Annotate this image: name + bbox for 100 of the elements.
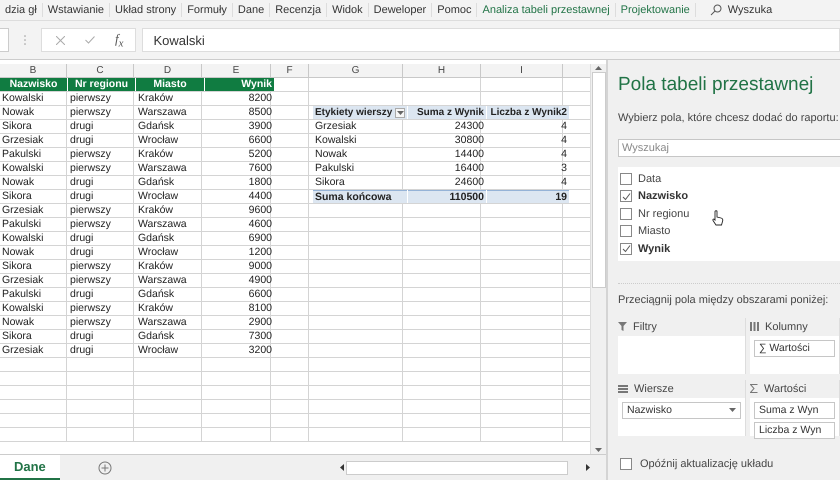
column-letter[interactable]: H [403, 64, 481, 77]
defer-checkbox[interactable] [620, 458, 632, 470]
area-field[interactable]: Liczba z Wyn [754, 422, 835, 438]
pivot-cell-text: 4 [560, 148, 568, 161]
ribbon-tab[interactable]: Pomoc [432, 3, 478, 17]
defer-label[interactable]: Opóźnij aktualizację układu [640, 458, 774, 470]
field-checkbox[interactable] [620, 190, 632, 202]
pivot-header: Etykiety wierszy [315, 106, 392, 119]
ribbon-tab[interactable]: Deweloper [368, 3, 432, 17]
caret-icon [729, 408, 736, 412]
column-letter[interactable]: D [134, 64, 202, 77]
table-cell-text: drugi [69, 232, 94, 245]
table-cell-text: Nowak [1, 106, 36, 119]
pivot-total-cell: 110500 [408, 190, 486, 203]
area-field[interactable]: ∑ Wartości [754, 340, 835, 356]
table-cell-text: 9600 [248, 204, 273, 217]
table-cell-text: Pakulski [1, 148, 42, 161]
field-checkbox[interactable] [620, 208, 632, 220]
table-cell-text: 6600 [248, 134, 273, 147]
vertical-scrollbar[interactable] [590, 64, 606, 454]
table-cell-text: Warszawa [137, 162, 188, 175]
drop-area[interactable]: Nazwisko [618, 398, 745, 436]
drop-area[interactable]: ∑ Wartości [750, 336, 839, 374]
table-cell-text: Grzesiak [1, 134, 44, 147]
pivot-cell-text: 4 [560, 120, 568, 133]
table-cell-text: Warszawa [137, 316, 188, 329]
table-cell-text: Kraków [137, 148, 174, 161]
table-cell-text: Gdańsk [137, 232, 176, 245]
field-label[interactable]: Wynik [638, 242, 670, 255]
pivot-header: Suma z Wynik [408, 106, 486, 119]
column-letter[interactable]: E [202, 64, 271, 77]
search-icon [710, 4, 722, 16]
rows-icon [618, 384, 628, 392]
formula-field[interactable]: Kowalski [142, 28, 840, 52]
column-header: Wynik [205, 78, 274, 91]
scroll-up-icon[interactable] [595, 66, 602, 70]
column-letter[interactable]: G [309, 64, 403, 77]
ribbon-tab[interactable]: Dane [232, 3, 270, 17]
field-checkbox[interactable] [620, 172, 632, 185]
sheet-tab[interactable]: Dane [0, 455, 60, 480]
ribbon-tab[interactable]: dzia gł [0, 3, 43, 17]
field-checkbox[interactable] [620, 242, 632, 255]
ribbon-tab[interactable]: Formuły [182, 3, 233, 17]
table-cell-text: Kraków [137, 260, 174, 273]
pivot-cell-text: 14400 [454, 148, 485, 161]
filter-dropdown-button[interactable] [395, 108, 405, 118]
column-letter[interactable]: C [67, 64, 134, 77]
column-letter[interactable]: B [0, 64, 67, 77]
table-cell-text: 3900 [248, 120, 273, 133]
cancel-icon[interactable] [56, 36, 65, 44]
field-checkbox[interactable] [620, 225, 632, 238]
table-cell-text: pierwszy [69, 260, 112, 273]
table-cell-text: 8100 [248, 302, 273, 315]
table-cell-text: Sikora [1, 330, 33, 343]
area-field[interactable]: Nazwisko [622, 402, 741, 418]
pivot-cell-text: 3 [560, 162, 568, 175]
ribbon-tab[interactable]: Widok [327, 3, 369, 17]
pivot-cell-text: Kowalski [314, 134, 358, 147]
pivot-cell-text: 30800 [454, 134, 485, 147]
table-cell-text: Kowalski [1, 232, 44, 245]
columns-icon [750, 322, 759, 331]
table-cell-text: pierwszy [69, 106, 112, 119]
field-label[interactable]: Nazwisko [638, 190, 688, 202]
table-cell-text: Wrocław [137, 190, 180, 203]
horizontal-scrollbar[interactable] [340, 460, 590, 474]
insert-function-button[interactable]: f$_{x}$ [115, 30, 124, 50]
area-field[interactable]: Suma z Wyn [754, 402, 835, 418]
table-cell-text: drugi [69, 330, 94, 343]
scroll-down-icon[interactable] [595, 448, 602, 452]
pivot-cell-text: 4 [560, 176, 568, 189]
check-icon[interactable] [85, 36, 95, 44]
table-cell-text: 3200 [248, 344, 273, 357]
area-label: Wiersze [634, 382, 674, 394]
ribbon-tab[interactable]: Projektowanie [616, 3, 696, 17]
field-label[interactable]: Nr regionu [638, 208, 690, 220]
table-cell-text: 1200 [248, 246, 273, 259]
table-cell-text: Kowalski [1, 302, 44, 315]
add-sheet-icon[interactable] [98, 460, 112, 474]
ribbon-tab[interactable]: Wstawianie [42, 3, 110, 17]
column-letter[interactable]: F [271, 64, 309, 77]
search-field[interactable]: Wyszukaj [618, 139, 840, 157]
ribbon-tab[interactable]: Recenzja [270, 3, 328, 17]
pivot-total-cell: Suma końcowa [313, 190, 407, 203]
ribbon-tab[interactable]: Układ strony [110, 3, 182, 17]
ribbon-tab[interactable]: Analiza tabeli przestawnej [477, 3, 616, 17]
filter-icon [618, 322, 627, 331]
table-cell-text: Gdańsk [137, 288, 176, 301]
scroll-right-icon[interactable] [586, 464, 590, 471]
ribbon-search[interactable]: Wyszuka [728, 4, 772, 16]
column-letter[interactable]: I [481, 64, 563, 77]
table-cell-text: pierwszy [69, 148, 112, 161]
table-cell-text: pierwszy [69, 274, 112, 287]
scroll-left-icon[interactable] [340, 464, 344, 471]
table-cell-text: pierwszy [69, 204, 112, 217]
table-cell-text: 6600 [248, 288, 273, 301]
table-cell-text: 5200 [248, 148, 273, 161]
table-cell-text: Kowalski [1, 92, 44, 105]
table-cell-text: drugi [69, 288, 94, 301]
field-label[interactable]: Miasto [638, 225, 670, 238]
field-label[interactable]: Data [638, 172, 662, 185]
